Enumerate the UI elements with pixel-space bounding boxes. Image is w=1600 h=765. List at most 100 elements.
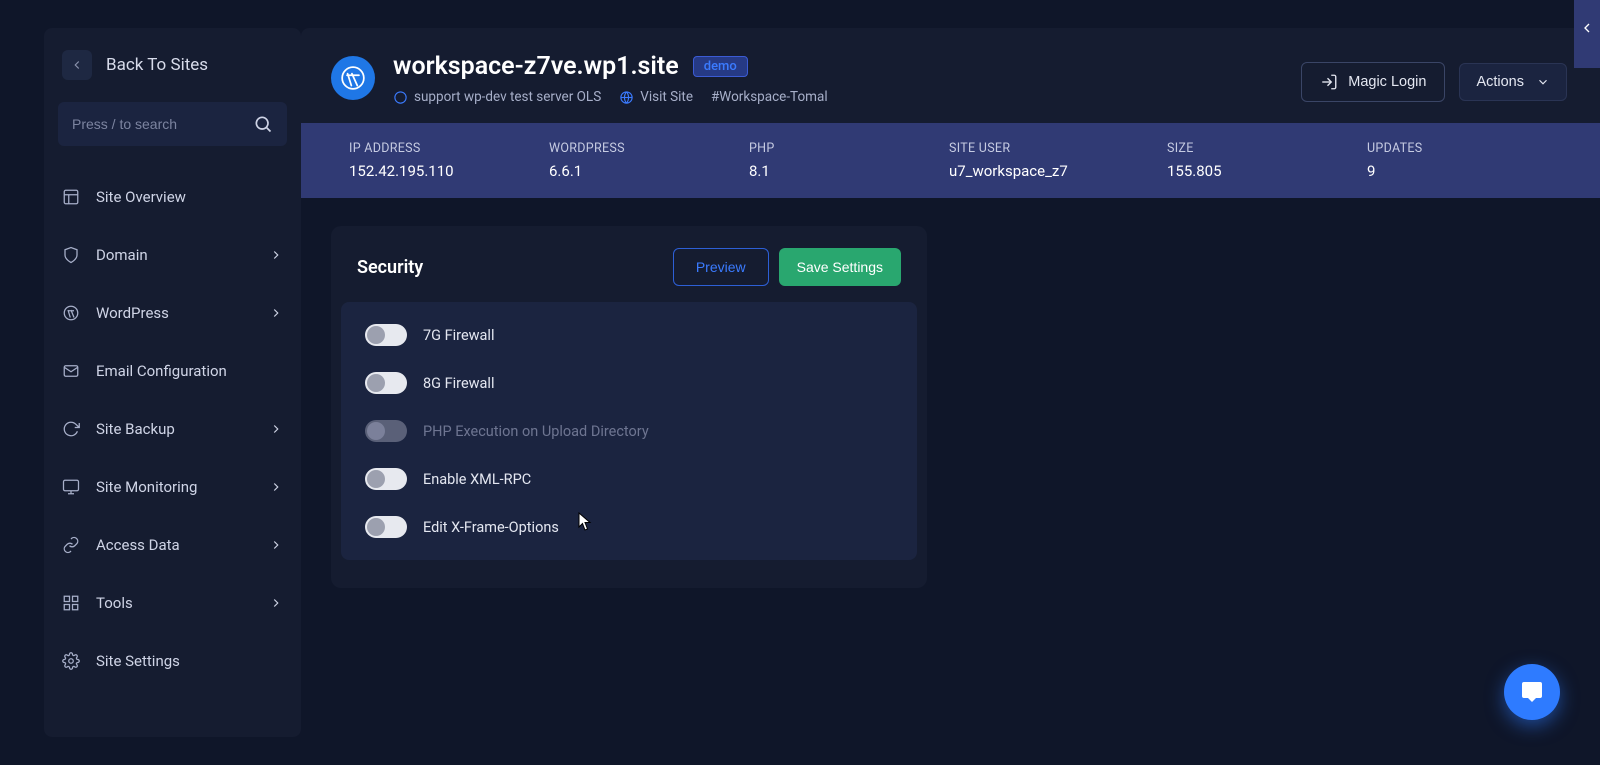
magic-login-button[interactable]: Magic Login bbox=[1301, 62, 1445, 102]
stat-value: u7_workspace_z7 bbox=[949, 162, 1167, 180]
stat-label: IP ADDRESS bbox=[349, 141, 549, 156]
chevron-left-icon bbox=[1579, 20, 1595, 36]
gear-icon bbox=[62, 652, 80, 670]
security-card: Security Preview Save Settings 7G Firewa… bbox=[331, 226, 927, 588]
stat-value: 152.42.195.110 bbox=[349, 162, 549, 180]
chevron-right-icon bbox=[269, 422, 283, 436]
sidebar-item-tools[interactable]: Tools bbox=[44, 574, 301, 632]
chevron-right-icon bbox=[269, 480, 283, 494]
toggle-label: 7G Firewall bbox=[423, 327, 494, 344]
stat-wordpress: WORDPRESS 6.6.1 bbox=[549, 141, 749, 180]
stat-label: UPDATES bbox=[1367, 141, 1567, 156]
stat-value: 9 bbox=[1367, 162, 1567, 180]
stat-size: SIZE 155.805 bbox=[1167, 141, 1367, 180]
sidebar: Back To Sites Site Overview Domain WordP… bbox=[44, 28, 301, 737]
chevron-right-icon bbox=[269, 538, 283, 552]
sidebar-item-label: Site Overview bbox=[96, 188, 283, 206]
main: workspace-z7ve.wp1.site demo support wp-… bbox=[301, 0, 1600, 765]
toggle-8g-firewall: 8G Firewall bbox=[365, 372, 893, 394]
toggle-switch[interactable] bbox=[365, 324, 407, 346]
stat-label: SIZE bbox=[1167, 141, 1367, 156]
chevron-right-icon bbox=[269, 248, 283, 262]
search-icon bbox=[253, 114, 273, 134]
toggle-switch[interactable] bbox=[365, 468, 407, 490]
sidebar-item-site-overview[interactable]: Site Overview bbox=[44, 168, 301, 226]
login-icon bbox=[1320, 73, 1338, 91]
sidebar-item-label: Tools bbox=[96, 594, 253, 612]
sidebar-item-label: Email Configuration bbox=[96, 362, 283, 380]
sidebar-item-email-configuration[interactable]: Email Configuration bbox=[44, 342, 301, 400]
chat-button[interactable] bbox=[1504, 664, 1560, 720]
layout-icon bbox=[62, 188, 80, 206]
visit-site-label: Visit Site bbox=[640, 89, 693, 105]
toggle-x-frame-options: Edit X-Frame-Options bbox=[365, 516, 893, 538]
toggle-switch[interactable] bbox=[365, 372, 407, 394]
wordpress-logo bbox=[331, 56, 375, 100]
sidebar-item-label: WordPress bbox=[96, 304, 253, 322]
stat-label: PHP bbox=[749, 141, 949, 156]
toggle-7g-firewall: 7G Firewall bbox=[365, 324, 893, 346]
page-header: workspace-z7ve.wp1.site demo support wp-… bbox=[301, 28, 1600, 123]
sidebar-nav: Site Overview Domain WordPress Email Con… bbox=[44, 160, 301, 690]
mail-icon bbox=[62, 362, 80, 380]
refresh-icon bbox=[62, 420, 80, 438]
magic-login-label: Magic Login bbox=[1348, 74, 1426, 90]
actions-button[interactable]: Actions bbox=[1459, 63, 1567, 101]
stat-php: PHP 8.1 bbox=[749, 141, 949, 180]
stat-label: WORDPRESS bbox=[549, 141, 749, 156]
sidebar-item-site-backup[interactable]: Site Backup bbox=[44, 400, 301, 458]
stats-bar: IP ADDRESS 152.42.195.110 WORDPRESS 6.6.… bbox=[301, 123, 1600, 198]
chevron-right-icon bbox=[269, 306, 283, 320]
chevron-left-icon bbox=[70, 58, 84, 72]
stat-ip-address: IP ADDRESS 152.42.195.110 bbox=[349, 141, 549, 180]
back-button[interactable] bbox=[62, 50, 92, 80]
chat-icon bbox=[1520, 680, 1544, 704]
sidebar-item-label: Access Data bbox=[96, 536, 253, 554]
sidebar-item-site-monitoring[interactable]: Site Monitoring bbox=[44, 458, 301, 516]
wordpress-icon bbox=[62, 304, 80, 322]
toggle-switch bbox=[365, 420, 407, 442]
security-title: Security bbox=[357, 257, 423, 278]
search-input[interactable] bbox=[72, 116, 253, 132]
preview-button[interactable]: Preview bbox=[673, 248, 769, 286]
toggle-label: Edit X-Frame-Options bbox=[423, 519, 559, 536]
toggle-xml-rpc: Enable XML-RPC bbox=[365, 468, 893, 490]
save-settings-button[interactable]: Save Settings bbox=[779, 248, 901, 286]
stat-updates: UPDATES 9 bbox=[1367, 141, 1567, 180]
stat-value: 6.6.1 bbox=[549, 162, 749, 180]
stat-label: SITE USER bbox=[949, 141, 1167, 156]
sidebar-item-label: Domain bbox=[96, 246, 253, 264]
actions-label: Actions bbox=[1476, 74, 1524, 90]
toggle-switch[interactable] bbox=[365, 516, 407, 538]
chevron-right-icon bbox=[269, 596, 283, 610]
page-title: workspace-z7ve.wp1.site bbox=[393, 52, 679, 81]
visit-site-link[interactable]: Visit Site bbox=[619, 89, 693, 105]
workspace-hash: #Workspace-Tomal bbox=[711, 89, 828, 105]
grid-icon bbox=[62, 594, 80, 612]
sidebar-item-wordpress[interactable]: WordPress bbox=[44, 284, 301, 342]
monitor-icon bbox=[62, 478, 80, 496]
search-field[interactable] bbox=[58, 102, 287, 146]
sidebar-item-label: Site Backup bbox=[96, 420, 253, 438]
sidebar-item-domain[interactable]: Domain bbox=[44, 226, 301, 284]
toggle-label: PHP Execution on Upload Directory bbox=[423, 423, 649, 440]
back-row: Back To Sites bbox=[44, 28, 301, 100]
toggle-label: Enable XML-RPC bbox=[423, 471, 531, 488]
stat-value: 8.1 bbox=[749, 162, 949, 180]
toggle-php-execution: PHP Execution on Upload Directory bbox=[365, 420, 893, 442]
sidebar-item-site-settings[interactable]: Site Settings bbox=[44, 632, 301, 690]
back-label[interactable]: Back To Sites bbox=[106, 55, 208, 75]
stat-value: 155.805 bbox=[1167, 162, 1367, 180]
server-link[interactable]: support wp-dev test server OLS bbox=[393, 89, 601, 105]
security-toggles: 7G Firewall 8G Firewall PHP Execution on… bbox=[341, 302, 917, 560]
globe-icon bbox=[619, 90, 634, 105]
github-icon bbox=[393, 90, 408, 105]
stat-site-user: SITE USER u7_workspace_z7 bbox=[949, 141, 1167, 180]
sidebar-item-label: Site Monitoring bbox=[96, 478, 253, 496]
right-panel-toggle[interactable] bbox=[1574, 0, 1600, 68]
sidebar-item-access-data[interactable]: Access Data bbox=[44, 516, 301, 574]
shield-icon bbox=[62, 246, 80, 264]
link-icon bbox=[62, 536, 80, 554]
toggle-label: 8G Firewall bbox=[423, 375, 494, 392]
demo-badge: demo bbox=[693, 56, 748, 77]
